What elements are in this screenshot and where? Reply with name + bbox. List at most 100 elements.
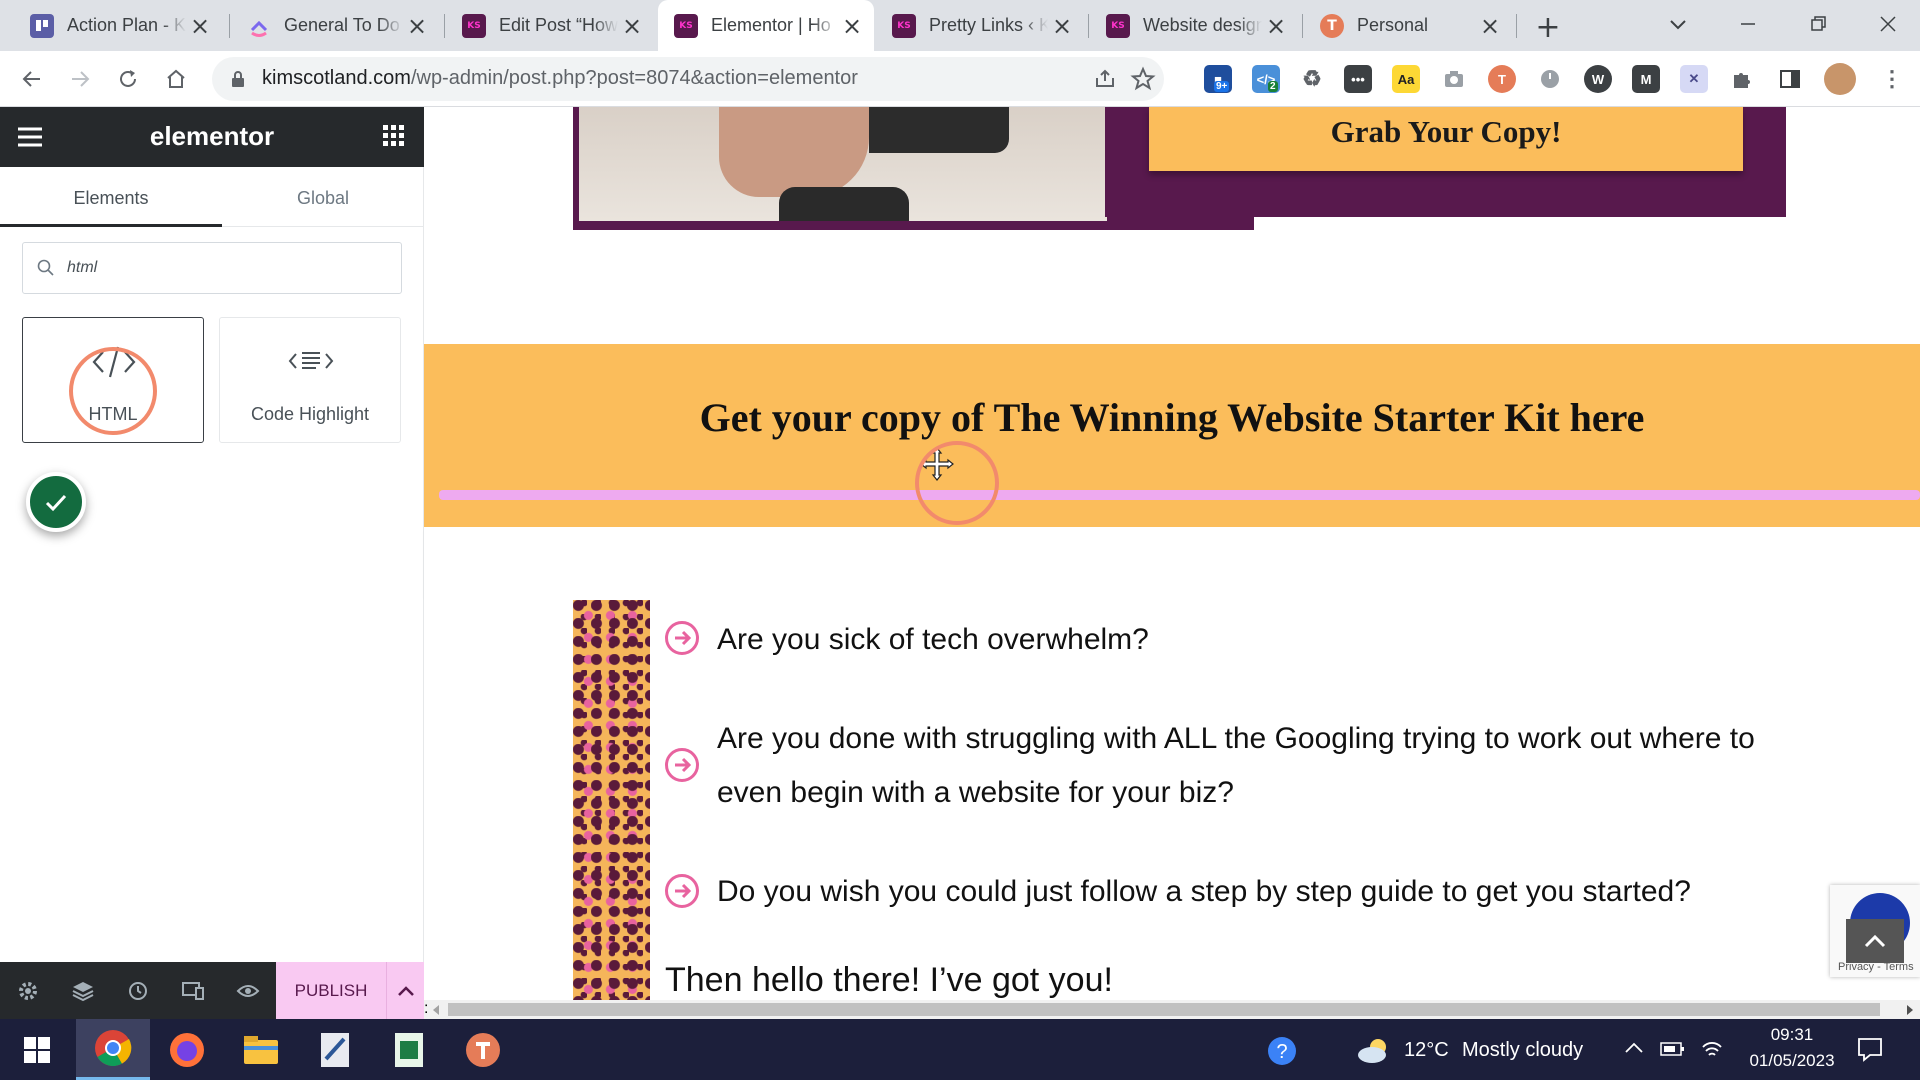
tab-elements[interactable]: Elements	[0, 167, 222, 227]
toggl-taskbar-icon[interactable]	[446, 1019, 520, 1080]
firefox-taskbar-icon[interactable]	[150, 1019, 224, 1080]
close-tab-icon[interactable]: ×	[1476, 12, 1504, 40]
tab-edit-post[interactable]: KS Edit Post “How ×	[446, 0, 654, 51]
pointer-extension-icon[interactable]: ✕	[1680, 65, 1708, 93]
tab-pretty-links[interactable]: KS Pretty Links ‹ K ×	[876, 0, 1084, 51]
preview-eye-icon[interactable]	[220, 962, 275, 1019]
close-tab-icon[interactable]: ×	[186, 12, 214, 40]
ks-icon: KS	[462, 13, 486, 38]
restore-icon[interactable]	[1804, 10, 1832, 38]
close-tab-icon[interactable]: ×	[1262, 12, 1290, 40]
chrome-taskbar-icon[interactable]	[76, 1019, 150, 1080]
extension-badge: 2	[1268, 81, 1278, 92]
weather-temp[interactable]: 12°C	[1404, 1039, 1449, 1062]
wrist-strap-image	[779, 187, 909, 221]
bullet-text: Are you done with struggling with ALL th…	[717, 722, 1755, 755]
banner-heading: Get your copy of The Winning Website Sta…	[699, 395, 1645, 440]
widget-html[interactable]: HTML	[22, 317, 204, 443]
recycle-icon[interactable]: ♻	[1298, 65, 1326, 93]
arrow-bullet-icon	[665, 621, 699, 655]
close-tab-icon[interactable]: ×	[838, 12, 866, 40]
grab-copy-button[interactable]: Grab Your Copy!	[1149, 107, 1743, 171]
home-icon[interactable]	[160, 63, 192, 95]
help-icon[interactable]: ?	[1266, 1035, 1298, 1067]
arrow-bullet-icon	[665, 874, 699, 908]
close-window-icon[interactable]	[1874, 10, 1902, 38]
power-icon[interactable]	[1536, 65, 1564, 93]
recaptcha-badge[interactable]: Privacy - Terms	[1830, 885, 1920, 977]
tab-elementor[interactable]: KS Elementor | Ho ×	[658, 0, 874, 51]
toggl-extension-icon[interactable]: T	[1488, 65, 1516, 93]
tab-global[interactable]: Global	[222, 167, 424, 227]
wordpress-icon[interactable]: W	[1584, 65, 1612, 93]
weather-cloud-icon	[1354, 1037, 1394, 1065]
history-icon[interactable]	[110, 962, 165, 1019]
widget-label: Code Highlight	[250, 404, 370, 424]
weather-description[interactable]: Mostly cloudy	[1462, 1039, 1583, 1062]
clock-date[interactable]: 01/05/2023	[1735, 1051, 1849, 1071]
font-extension-icon[interactable]: Aa	[1392, 65, 1420, 93]
share-icon[interactable]	[1092, 66, 1118, 92]
extension-code-icon[interactable]: </> 2	[1252, 65, 1280, 93]
battery-icon[interactable]	[1660, 1041, 1686, 1057]
notifications-icon[interactable]	[1856, 1035, 1884, 1063]
new-tab-button[interactable]: +	[1530, 10, 1566, 45]
clock-time[interactable]: 09:31	[1744, 1025, 1840, 1045]
horizontal-scrollbar[interactable]: :	[424, 1000, 1920, 1019]
tab-strip: Action Plan - K × General To Do × KS Edi…	[0, 0, 1920, 51]
scroll-left-icon[interactable]	[432, 1005, 440, 1015]
file-explorer-taskbar-icon[interactable]	[224, 1019, 298, 1080]
tab-general-todo[interactable]: General To Do ×	[231, 0, 439, 51]
close-tab-icon[interactable]: ×	[1048, 12, 1076, 40]
close-tab-icon[interactable]: ×	[618, 12, 646, 40]
svg-text:?: ?	[1276, 1041, 1287, 1063]
arrow-bullet-icon	[665, 748, 699, 782]
bookmark-star-icon[interactable]	[1130, 66, 1156, 92]
extensions-puzzle-icon[interactable]	[1728, 65, 1756, 93]
back-icon[interactable]	[16, 63, 48, 95]
navigator-layers-icon[interactable]	[55, 962, 110, 1019]
saved-check-icon[interactable]	[26, 472, 86, 532]
ks-icon: KS	[892, 13, 916, 38]
extension-1-icon[interactable]: 9+ ■	[1204, 65, 1232, 93]
tab-action-plan[interactable]: Action Plan - K ×	[14, 0, 222, 51]
forward-icon[interactable]	[64, 63, 96, 95]
close-tab-icon[interactable]: ×	[403, 12, 431, 40]
windows-start-icon[interactable]	[0, 1019, 74, 1080]
scroll-to-top-button[interactable]	[1846, 919, 1904, 963]
wifi-icon[interactable]	[1700, 1037, 1724, 1059]
search-icon	[37, 259, 55, 277]
menu-kebab-icon[interactable]: ⋮	[1878, 65, 1906, 93]
camera-icon[interactable]	[1440, 65, 1468, 93]
responsive-mode-icon[interactable]	[165, 962, 220, 1019]
recaptcha-text: Privacy - Terms	[1838, 961, 1914, 973]
publish-button[interactable]: PUBLISH	[276, 962, 386, 1019]
scrollbar-thumb[interactable]	[448, 1003, 1880, 1016]
lock-icon[interactable]	[230, 70, 246, 88]
widget-code-highlight[interactable]: Code Highlight	[219, 317, 401, 443]
tab-title: Action Plan - K	[67, 15, 186, 35]
side-panel-icon[interactable]	[1776, 65, 1804, 93]
windows-taskbar: ? 12°C Mostly cloudy 09:31 01/05/2023	[0, 1019, 1920, 1080]
tab-website-design[interactable]: KS Website design ×	[1090, 0, 1298, 51]
publish-options-chevron-icon[interactable]	[386, 962, 424, 1019]
settings-gear-icon[interactable]	[0, 962, 55, 1019]
elementor-logo: elementor	[149, 121, 275, 151]
tab-search-icon[interactable]	[1664, 10, 1692, 38]
bullet-text: Do you wish you could just follow a step…	[717, 875, 1691, 908]
starter-kit-banner: Get your copy of The Winning Website Sta…	[424, 344, 1920, 527]
widget-search-input[interactable]: html	[22, 242, 402, 294]
tab-personal[interactable]: T Personal ×	[1304, 0, 1512, 51]
m-extension-icon[interactable]: M	[1632, 65, 1660, 93]
spreadsheet-taskbar-icon[interactable]	[372, 1019, 446, 1080]
scroll-right-icon[interactable]	[1906, 1005, 1914, 1015]
dots-extension-icon[interactable]: •••	[1344, 65, 1372, 93]
widgets-grid-icon[interactable]	[383, 125, 405, 147]
reload-icon[interactable]	[112, 63, 144, 95]
hero-image	[579, 107, 1107, 221]
avatar[interactable]	[1824, 63, 1856, 95]
tray-chevron-icon[interactable]	[1624, 1041, 1644, 1055]
app-taskbar-icon[interactable]	[298, 1019, 372, 1080]
minimize-icon[interactable]	[1734, 10, 1762, 38]
extension-badge: 9+	[1214, 81, 1230, 92]
